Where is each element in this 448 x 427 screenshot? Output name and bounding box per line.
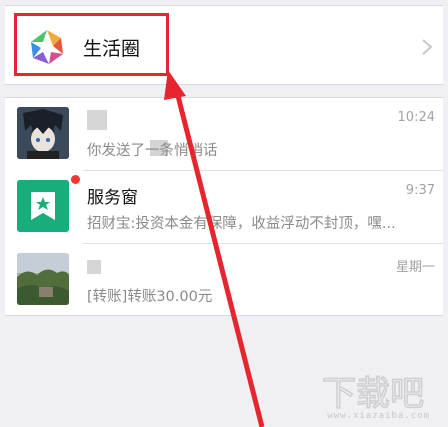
chat-list: 你发送了一条悄悄话 10:24 服务窗 招财宝:投资本金有保障，收益浮动不封顶，… — [5, 97, 443, 316]
avatar — [17, 253, 69, 305]
chat-time: 10:24 — [397, 110, 435, 125]
chat-time: 9:37 — [405, 183, 435, 198]
chat-time: 星期一 — [395, 260, 435, 275]
chat-item[interactable]: [转账]转账30.00元 星期一 — [5, 244, 443, 317]
chat-preview: [转账]转账30.00元 — [87, 289, 213, 305]
unread-dot — [71, 175, 80, 184]
chat-name: 服务窗 — [87, 188, 138, 208]
watermark-url: www.xiazaiba.com — [327, 411, 430, 421]
chat-list-screen: 生活圈 你发送了一条悄悄话 10:24 服务窗 招财宝:投资本金有保障，收益浮动… — [5, 0, 443, 427]
service-window-icon — [17, 180, 69, 232]
chat-preview: 招财宝:投资本金有保障，收益浮动不封顶，嘿... — [87, 216, 396, 232]
chat-item[interactable]: 你发送了一条悄悄话 10:24 — [5, 98, 443, 171]
chat-preview: 你发送了一条悄悄话 — [87, 143, 218, 159]
watermark-text: 下载吧 — [322, 374, 424, 414]
annotation-highlight-box — [14, 13, 169, 76]
chevron-right-icon — [422, 39, 433, 55]
blurred-name — [87, 110, 107, 130]
blurred-name — [87, 260, 101, 274]
avatar — [17, 107, 69, 159]
chat-item[interactable]: 服务窗 招财宝:投资本金有保障，收益浮动不封顶，嘿... 9:37 — [5, 171, 443, 244]
